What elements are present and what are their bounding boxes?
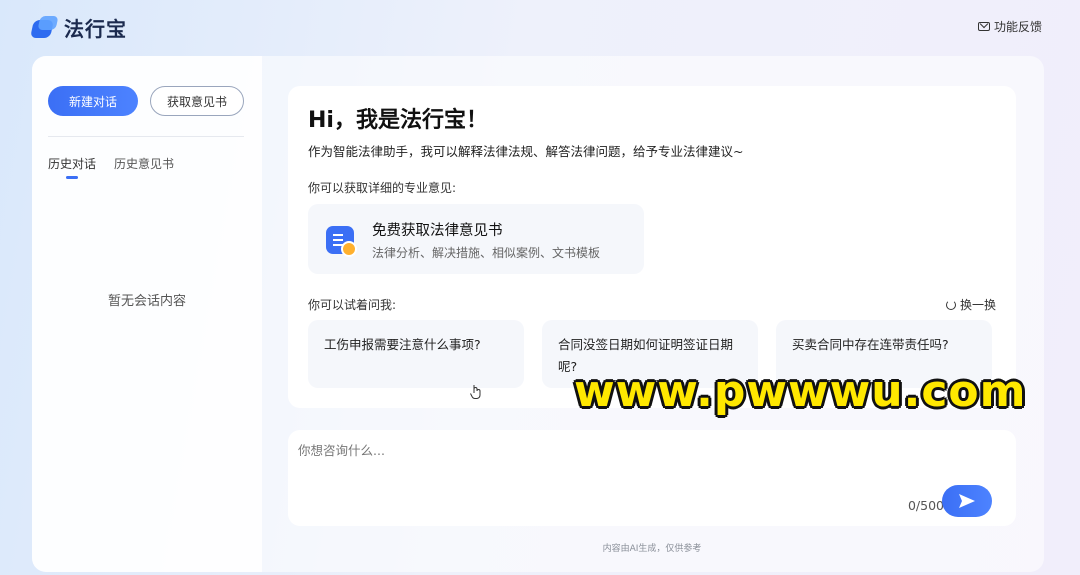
watermark-text: www.pwwwu.com [574, 366, 1027, 417]
opinion-prompt: 你可以获取详细的专业意见: [308, 181, 457, 195]
footer-disclaimer: 内容由AI生成，仅供参考 [602, 544, 702, 554]
welcome-card: Hi，我是法行宝！ 作为智能法律助手，我可以解释法律法规、解答法律问题，给予专业… [288, 86, 1016, 408]
try-prompt: 你可以试着问我: [308, 298, 397, 312]
free-opinion-title: 免费获取法律意见书 [372, 223, 503, 239]
feedback-link[interactable]: 功能反馈 [977, 18, 1042, 35]
sidebar-divider [48, 136, 244, 137]
send-button[interactable] [942, 485, 992, 517]
new-chat-button[interactable]: 新建对话 [48, 86, 138, 116]
refresh-label: 换一换 [959, 298, 996, 312]
question-input[interactable] [298, 440, 858, 480]
main-panel: 新建对话 获取意见书 历史对话 历史意见书 暂无会话内容 Hi，我是法行宝！ 作… [32, 56, 1044, 572]
get-opinion-button[interactable]: 获取意见书 [150, 86, 244, 116]
cursor-icon [470, 385, 481, 399]
app-name: 法行宝 [64, 17, 127, 41]
logo-icon [30, 15, 59, 40]
char-counter: 0/500 [907, 498, 944, 513]
input-card: 0/500 [288, 430, 1016, 526]
mail-icon [977, 22, 990, 31]
welcome-intro: 作为智能法律助手，我可以解释法律法规、解答法律问题，给予专业法律建议~ [308, 144, 744, 159]
tab-history-opinions[interactable]: 历史意见书 [114, 155, 174, 172]
welcome-title: Hi，我是法行宝！ [308, 108, 488, 133]
suggested-question[interactable]: 工伤申报需要注意什么事项? [308, 320, 524, 388]
refresh-icon [945, 299, 956, 310]
free-opinion-desc: 法律分析、解决措施、相似案例、文书模板 [372, 246, 601, 260]
send-icon [959, 494, 975, 508]
refresh-button[interactable]: 换一换 [945, 296, 996, 313]
document-icon [326, 226, 357, 257]
active-tab-indicator [66, 176, 78, 179]
app-logo[interactable]: 法行宝 [30, 13, 127, 42]
sidebar: 新建对话 获取意见书 历史对话 历史意见书 暂无会话内容 [32, 56, 262, 572]
empty-history-text: 暂无会话内容 [107, 294, 186, 309]
feedback-label: 功能反馈 [993, 20, 1042, 34]
free-opinion-card[interactable]: 免费获取法律意见书 法律分析、解决措施、相似案例、文书模板 [308, 204, 644, 274]
tab-history-chats[interactable]: 历史对话 [48, 155, 96, 172]
